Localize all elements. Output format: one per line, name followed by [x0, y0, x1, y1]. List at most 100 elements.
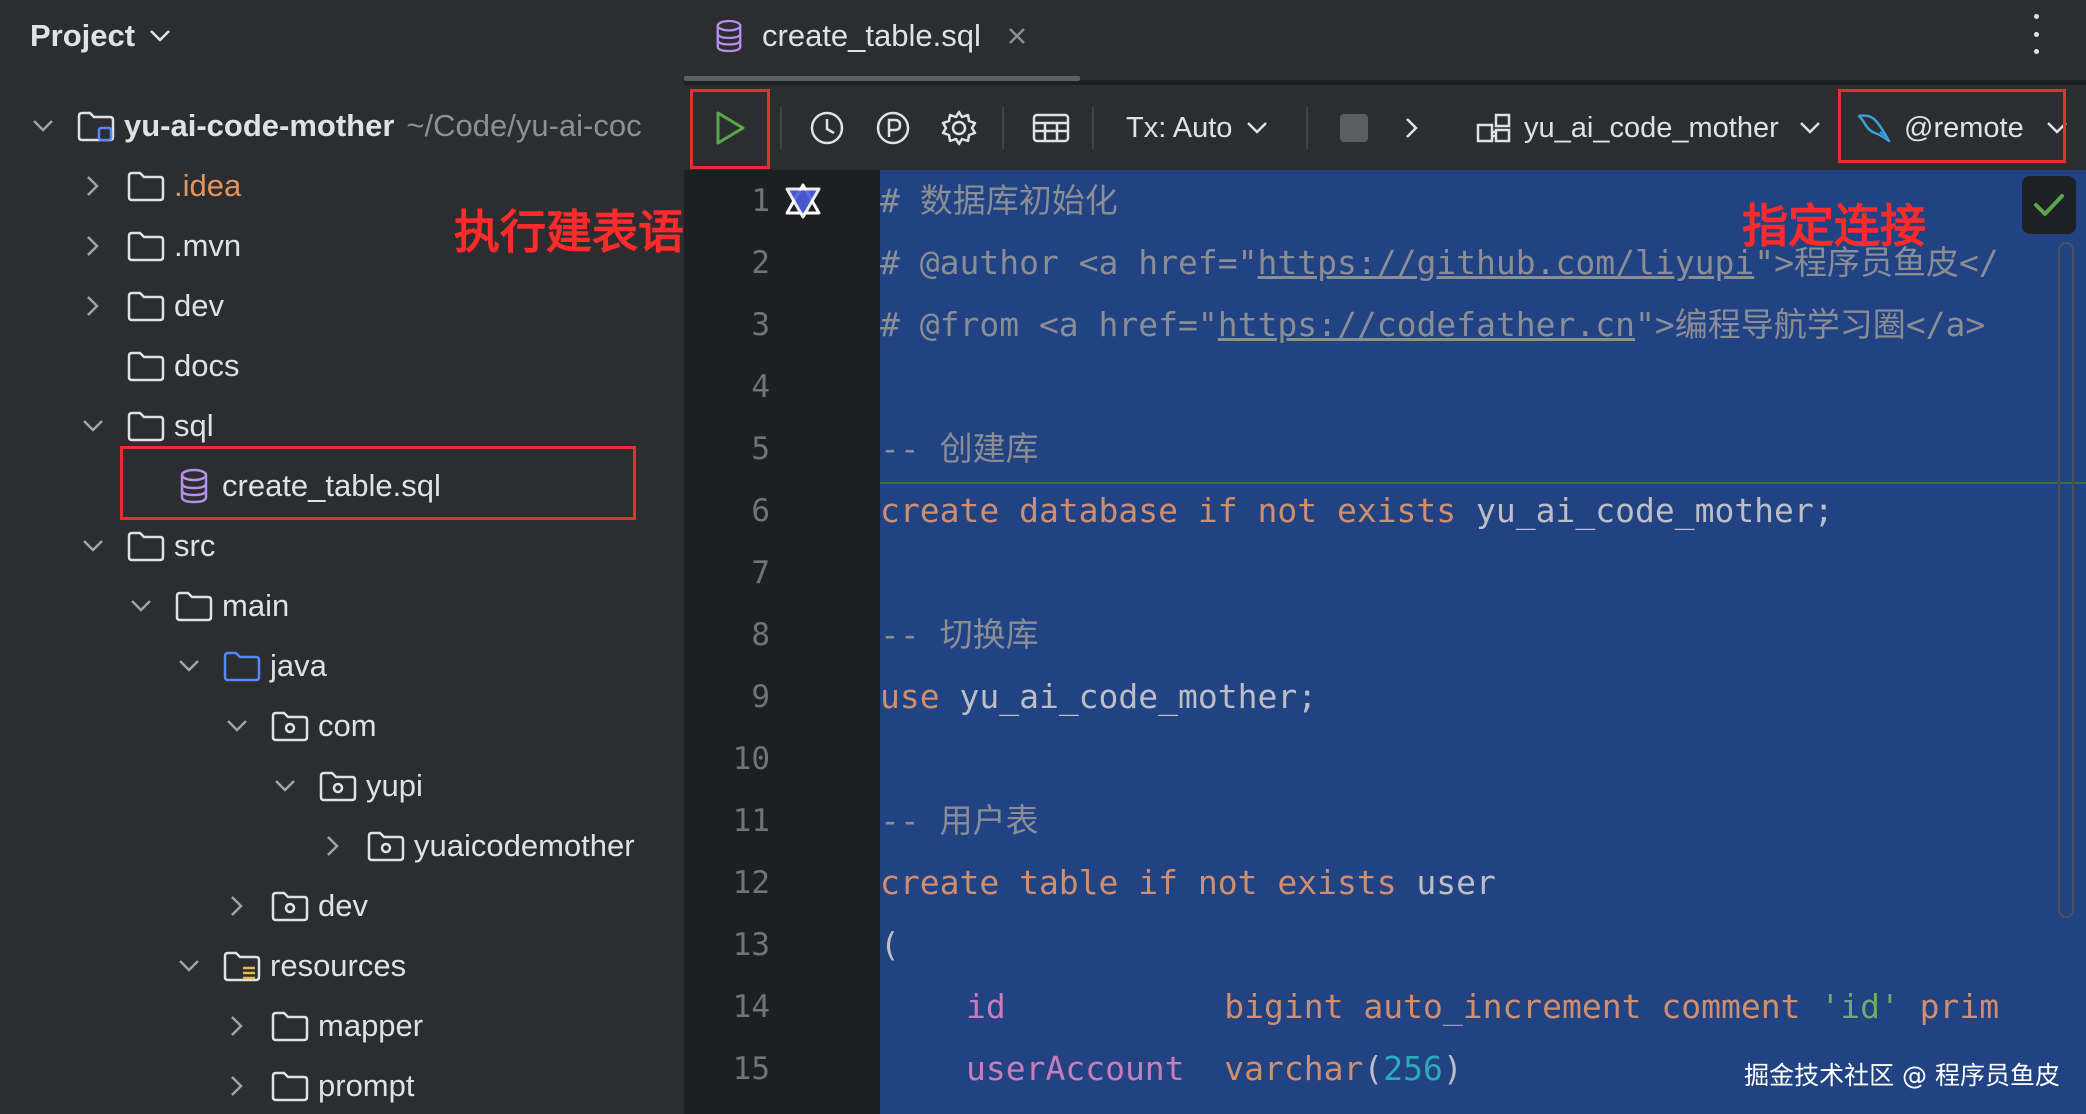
editor-panel: create_table.sql Tx: Auto yu_ai_code_mot…: [684, 0, 2086, 1114]
tree-item-mvn[interactable]: .mvn: [78, 216, 241, 276]
module-path: ~/Code/yu-ai-coc: [406, 108, 642, 143]
url-link[interactable]: https://codefather.cn: [1218, 305, 1635, 344]
tree-item-mapper[interactable]: mapper: [222, 996, 423, 1056]
highlight-box-sql-file: [120, 446, 636, 520]
editor-tab-bar: create_table.sql: [684, 0, 2086, 81]
tree-item-com[interactable]: com: [222, 696, 377, 756]
tree-item-label: .idea: [174, 168, 242, 203]
chevron-right-icon[interactable]: [222, 891, 252, 921]
code-line-9: use yu_ai_code_mother;: [880, 677, 1318, 716]
package-icon: [270, 889, 310, 923]
package-icon: [318, 769, 358, 803]
chevron-down-icon: [1799, 122, 1820, 134]
line-number: 6: [751, 493, 770, 529]
tree-item-label: resources: [270, 948, 407, 983]
tree-item-prompt[interactable]: prompt: [222, 1056, 414, 1114]
folder-icon: [126, 529, 166, 563]
annotation-specify-connection: 指定连接: [1742, 199, 1926, 253]
gear-icon: [941, 110, 977, 146]
tree-item-dev[interactable]: dev: [78, 276, 224, 336]
chevron-right-icon[interactable]: [78, 231, 108, 261]
more-toolbar-button[interactable]: [1392, 85, 1432, 171]
tree-item-module[interactable]: yu-ai-code-mother ~/Code/yu-ai-coc: [28, 96, 642, 156]
resources-folder-icon: [222, 949, 262, 983]
tree-item-label: mapper: [318, 1008, 424, 1043]
annotation-run-statement: 执行建表语句: [454, 205, 684, 259]
package-icon: [366, 829, 406, 863]
url-link[interactable]: https://github.com/liyupi: [1258, 243, 1755, 282]
tree-item-idea[interactable]: .idea: [78, 156, 241, 216]
chevron-down-icon[interactable]: [126, 591, 156, 621]
folder-icon: [270, 1069, 310, 1103]
inspection-status-button[interactable]: [2022, 176, 2076, 234]
chevron-down-icon[interactable]: [174, 651, 204, 681]
line-number: 9: [751, 679, 770, 715]
code-line-13: (: [880, 925, 900, 964]
line-number: 7: [751, 555, 770, 591]
folder-icon: [126, 169, 166, 203]
table-icon: [1032, 113, 1070, 143]
checkmark-icon: [2034, 194, 2064, 216]
tab-label: create_table.sql: [762, 18, 981, 53]
transaction-mode-label: Tx: Auto: [1126, 111, 1233, 144]
folder-icon: [270, 1009, 310, 1043]
parameters-button[interactable]: [868, 85, 918, 171]
chevron-right-icon[interactable]: [78, 291, 108, 321]
tree-item-label: java: [270, 648, 327, 683]
history-button[interactable]: [802, 85, 852, 171]
code-area[interactable]: # 数据库初始化 # @author <a href="https://gith…: [880, 170, 2086, 1114]
code-line-15: userAccount varchar(256): [966, 1049, 1463, 1088]
results-table-button[interactable]: [1024, 85, 1078, 171]
tree-item-src[interactable]: src: [78, 516, 215, 576]
project-panel: Project yu-ai-code-mother ~/Code/yu-ai-c…: [0, 0, 684, 1114]
tree-item-label: dev: [174, 288, 224, 323]
chevron-down-icon[interactable]: [270, 771, 300, 801]
tree-item-label: docs: [174, 348, 240, 383]
vertical-scrollbar[interactable]: [2058, 242, 2074, 918]
close-icon[interactable]: [1007, 26, 1027, 46]
tree-item-yupi[interactable]: yupi: [270, 756, 423, 816]
tree-item-resources[interactable]: resources: [174, 936, 406, 996]
chevron-down-icon: [1247, 122, 1268, 134]
tree-item-yuaicodemother[interactable]: yuaicodemother: [318, 816, 635, 876]
chevron-down-icon[interactable]: [78, 411, 108, 441]
ai-assistant-icon[interactable]: [784, 182, 822, 220]
tree-item-docs[interactable]: docs: [78, 336, 239, 396]
chevron-right-icon[interactable]: [222, 1071, 252, 1101]
tree-item-dev-package[interactable]: dev: [222, 876, 368, 936]
stop-icon: [1340, 114, 1368, 142]
tab-create-table-sql[interactable]: create_table.sql: [714, 10, 1027, 62]
line-number: 12: [732, 865, 770, 901]
folder-icon: [126, 409, 166, 443]
stop-button[interactable]: [1324, 85, 1384, 171]
settings-button[interactable]: [934, 85, 984, 171]
tree-item-java[interactable]: java: [174, 636, 327, 696]
tree-item-label: yuaicodemother: [414, 828, 635, 863]
chevron-down-icon[interactable]: [149, 29, 171, 43]
folder-icon: [126, 349, 166, 383]
transaction-mode-dropdown[interactable]: Tx: Auto: [1126, 85, 1268, 171]
chevron-right-icon[interactable]: [318, 831, 348, 861]
chevron-right-icon[interactable]: [78, 171, 108, 201]
project-panel-header[interactable]: Project: [30, 14, 171, 58]
code-line-11: -- 用户表: [880, 801, 1039, 840]
chevron-right-icon[interactable]: [222, 1011, 252, 1041]
line-number-gutter: 1 2 3 4 5 6 7 8 9 10 11 12 13 14 15: [684, 170, 880, 1114]
tree-item-main[interactable]: main: [126, 576, 289, 636]
schema-dropdown[interactable]: yu_ai_code_mother: [1476, 85, 1821, 171]
chevron-down-icon[interactable]: [222, 711, 252, 741]
watermark: 掘金技术社区 @ 程序员鱼皮: [1744, 1061, 2060, 1090]
package-icon: [270, 709, 310, 743]
code-line-6: create database if not exists yu_ai_code…: [880, 491, 1834, 530]
chevron-down-icon[interactable]: [174, 951, 204, 981]
code-line-8: -- 切换库: [880, 615, 1039, 654]
schema-icon: [1476, 113, 1511, 143]
folder-icon: [174, 589, 214, 623]
module-folder-icon: [76, 109, 116, 143]
parameter-icon: [876, 111, 910, 145]
more-options-icon[interactable]: [2026, 14, 2046, 54]
chevron-down-icon[interactable]: [78, 531, 108, 561]
line-number: 3: [751, 307, 770, 343]
database-file-icon: [716, 19, 742, 53]
chevron-down-icon[interactable]: [28, 111, 58, 141]
